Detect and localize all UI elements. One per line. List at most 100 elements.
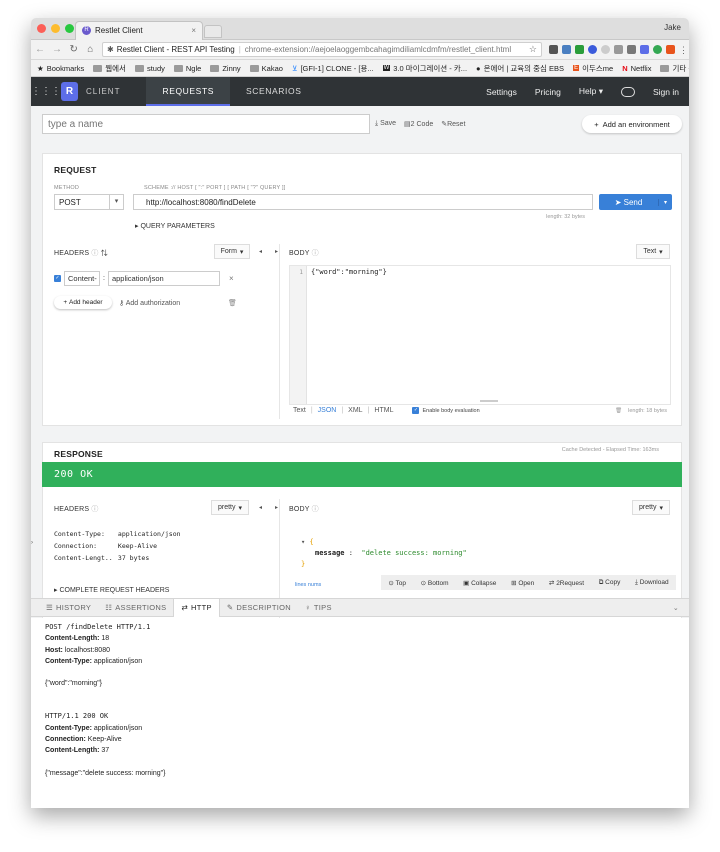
maximize-window-button[interactable] — [65, 24, 74, 33]
help-icon[interactable]: ⓘ — [91, 250, 98, 257]
add-header-button[interactable]: + Add header — [54, 296, 112, 309]
forward-icon[interactable]: → — [52, 44, 62, 55]
bookmark-gfi[interactable]: ⊻ [GFI-1] CLONE - [용... — [292, 63, 374, 74]
home-icon[interactable]: ⌂ — [86, 44, 96, 55]
to-request-button[interactable]: ⇄ 2Request — [549, 579, 584, 587]
send-button[interactable]: ➤ Send ▾ — [599, 194, 672, 210]
trash-icon[interactable]: 🗑 — [228, 299, 237, 307]
reset-button[interactable]: ✎Reset — [441, 120, 465, 128]
bottom-button[interactable]: ⊙ Bottom — [421, 579, 449, 587]
tab-scenarios[interactable]: SCENARIOS — [230, 77, 317, 106]
format-xml[interactable]: XML — [348, 407, 362, 414]
request-name-input[interactable] — [42, 114, 370, 134]
format-json[interactable]: JSON — [318, 407, 337, 414]
chat-icon[interactable] — [621, 86, 635, 97]
extension-icon[interactable] — [614, 45, 623, 54]
browser-tab[interactable]: R Restlet Client × — [75, 21, 203, 40]
close-tab-icon[interactable]: × — [191, 26, 196, 35]
bookmark-edus[interactable]: E 이두스me — [573, 63, 613, 74]
close-window-button[interactable] — [37, 24, 46, 33]
lines-nums-toggle[interactable]: lines nums — [295, 582, 321, 588]
app-grid-icon[interactable]: ⋮⋮⋮ — [31, 86, 61, 97]
pricing-link[interactable]: Pricing — [535, 87, 561, 97]
header-enabled-checkbox[interactable]: ✓ — [54, 275, 61, 282]
extension-icon[interactable] — [666, 45, 675, 54]
complete-request-headers-toggle[interactable]: ▸ COMPLETE REQUEST HEADERS — [54, 586, 169, 594]
bookmark-star-icon[interactable]: ☆ — [529, 44, 537, 55]
bookmark-netflix[interactable]: N Netflix — [622, 64, 651, 73]
sort-icon[interactable]: ⇅ — [101, 250, 108, 257]
remove-header-icon[interactable]: × — [229, 274, 234, 283]
extension-icon[interactable] — [653, 45, 662, 54]
extension-icon[interactable] — [562, 45, 571, 54]
extension-icon[interactable] — [627, 45, 636, 54]
sign-in-link[interactable]: Sign in — [653, 87, 679, 97]
add-environment-button[interactable]: + Add an environment — [582, 115, 682, 133]
extension-icon[interactable] — [640, 45, 649, 54]
code-button[interactable]: ▤2 Code — [404, 120, 433, 128]
extension-icon[interactable] — [588, 45, 597, 54]
tab-assertions[interactable]: ☷ ASSERTIONS — [98, 599, 173, 617]
body-pretty-select[interactable]: pretty ▾ — [632, 500, 670, 515]
tab-tips[interactable]: ♀ TIPS — [298, 599, 339, 617]
menu-kebab-icon[interactable]: ⋮ — [679, 45, 688, 55]
body-editor[interactable]: 1 {"word":"morning"} — [289, 265, 671, 405]
new-tab-button[interactable] — [204, 25, 222, 38]
tab-http[interactable]: ⇄ HTTP — [173, 598, 220, 617]
enable-body-evaluation[interactable]: ✓ Enable body evaluation — [412, 407, 480, 414]
collapse-node-icon[interactable]: ▾ — [301, 538, 305, 546]
send-options-caret-icon[interactable]: ▾ — [658, 198, 672, 206]
help-icon[interactable]: ⓘ — [312, 506, 319, 513]
help-menu[interactable]: Help ▾ — [579, 86, 603, 97]
bookmark-migration[interactable]: W 3.0 마이그레이션 - 카... — [382, 63, 467, 74]
omnibox[interactable]: ✱ Restlet Client - REST API Testing | ch… — [102, 42, 542, 57]
extension-icon[interactable] — [575, 45, 584, 54]
copy-button[interactable]: ⧉ Copy — [599, 579, 621, 587]
collapse-left-icon[interactable]: ◂ — [259, 248, 262, 255]
bookmark-study[interactable]: study — [134, 64, 165, 73]
tab-history[interactable]: ☰ HISTORY — [39, 599, 98, 617]
settings-link[interactable]: Settings — [486, 87, 517, 97]
profile-name[interactable]: Jake — [664, 23, 681, 32]
help-icon[interactable]: ⓘ — [91, 506, 98, 513]
query-parameters-toggle[interactable]: ▸ QUERY PARAMETERS — [135, 222, 215, 230]
bookmark-zinny[interactable]: Zinny — [210, 64, 241, 73]
download-button[interactable]: ⤓ Download — [635, 579, 669, 587]
headers-form-select[interactable]: Form ▾ — [214, 244, 250, 259]
add-authorization-button[interactable]: ⚷ Add authorization — [119, 299, 180, 307]
extension-icon[interactable] — [549, 45, 558, 54]
format-text[interactable]: Text — [293, 407, 306, 414]
open-button[interactable]: ⊞ Open — [511, 579, 534, 587]
header-value-input[interactable]: application/json — [107, 271, 220, 286]
bookmark-ngle[interactable]: Ngle — [173, 64, 201, 73]
collapse-left-icon[interactable]: ◂ — [259, 504, 262, 511]
bookmark-web[interactable]: 웹에서 — [93, 63, 126, 74]
chevron-down-icon[interactable]: ⌄ — [673, 604, 679, 612]
help-icon[interactable]: ⓘ — [312, 250, 319, 257]
save-button[interactable]: ⤓ Save — [375, 120, 396, 128]
tab-description[interactable]: ✎ DESCRIPTION — [220, 599, 298, 617]
collapse-button[interactable]: ▣ Collapse — [463, 579, 496, 587]
body-type-select[interactable]: Text ▾ — [636, 244, 670, 259]
tab-requests[interactable]: REQUESTS — [146, 77, 231, 106]
headers-pretty-select[interactable]: pretty ▾ — [211, 500, 249, 515]
top-button[interactable]: ⊙ Top — [388, 579, 406, 587]
expand-right-icon[interactable]: ▸ — [275, 504, 278, 511]
url-input[interactable]: http://localhost:8080/findDelete — [133, 194, 593, 210]
bookmark-bookmarks[interactable]: ★ Bookmarks — [37, 64, 84, 73]
expand-right-icon[interactable]: ▸ — [275, 248, 278, 255]
editor-resize-handle[interactable] — [480, 400, 498, 402]
extension-icon[interactable] — [601, 45, 610, 54]
back-icon[interactable]: ← — [35, 44, 45, 55]
bookmark-other[interactable]: 기타 북마크 — [660, 63, 689, 74]
enable-eval-checkbox[interactable]: ✓ — [412, 407, 420, 414]
bookmark-kakao[interactable]: Kakao — [249, 64, 283, 73]
sidebar-toggle-icon[interactable]: › — [31, 540, 33, 546]
trash-icon[interactable]: 🗑 — [615, 408, 622, 414]
format-html[interactable]: HTML — [374, 407, 393, 414]
bookmark-ebs[interactable]: ● 온에어 | 교육의 중심 EBS — [476, 63, 564, 74]
header-key-input[interactable]: Content- — [64, 271, 100, 286]
reload-icon[interactable]: ↻ — [69, 44, 79, 55]
minimize-window-button[interactable] — [51, 24, 60, 33]
method-select[interactable]: POST ▾ — [54, 194, 124, 210]
